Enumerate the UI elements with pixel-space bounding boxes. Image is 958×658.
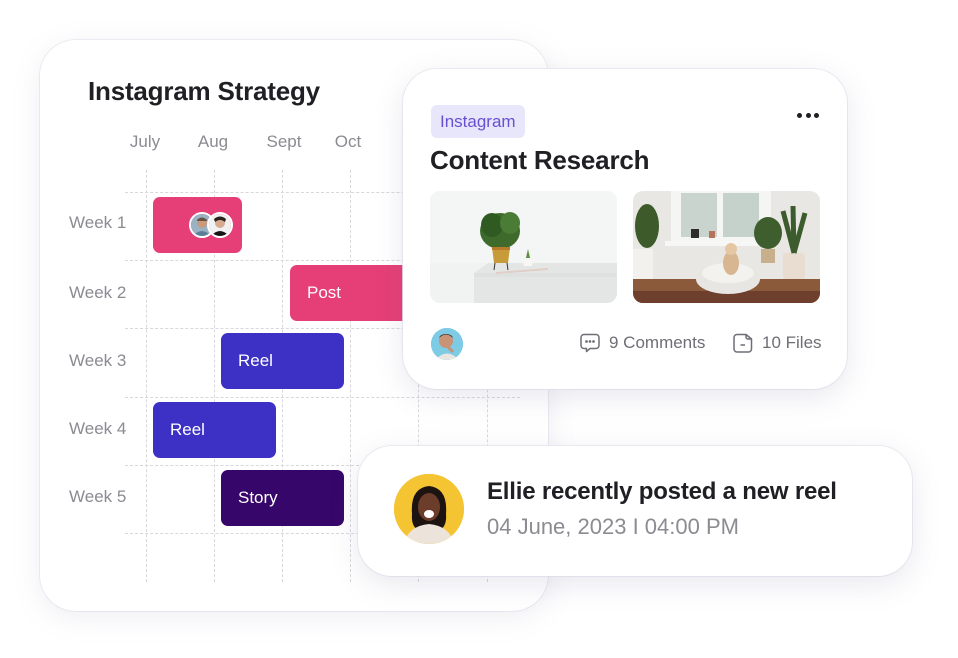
month-label-aug: Aug [197,132,229,151]
thumbnail-dog-room[interactable] [633,191,820,303]
task-bar-week-4[interactable]: Reel [153,402,276,458]
thumbnail-plant[interactable] [430,191,617,303]
research-title: Content Research [430,145,650,175]
assignee-avatars[interactable] [189,212,233,238]
month-label-july: July [129,132,161,151]
task-label: Post [307,283,342,302]
task-label: Reel [170,420,205,439]
task-bar-week-2[interactable]: Post [290,265,406,321]
task-bar-week-3[interactable]: Reel [221,333,344,389]
task-bar-week-1[interactable] [153,197,242,253]
month-label-sept: Sept [266,132,302,151]
more-options-button[interactable] [797,109,819,121]
task-label: Reel [238,351,273,370]
ellie-avatar[interactable] [394,474,464,544]
notification-title: Ellie recently posted a new reel [487,478,837,505]
task-bar-week-5[interactable]: Story [221,470,344,526]
grid-line-vertical [146,170,147,582]
comment-icon [580,333,600,353]
task-label: Story [238,488,278,507]
files-label: 10 Files [762,333,822,352]
strategy-title: Instagram Strategy [88,76,320,106]
more-horizontal-icon [797,112,802,118]
notification-card[interactable]: Ellie recently posted a new reel 04 June… [358,446,912,576]
week-label-3: Week 3 [69,351,127,370]
dot [814,112,819,118]
comments-label: 9 Comments [609,333,706,352]
week-label-4: Week 4 [69,419,127,438]
files-count[interactable]: 10 Files [732,332,822,354]
notification-timestamp: 04 June, 2023 I 04:00 PM [487,514,739,539]
folder-icon [733,333,753,353]
grid-line-horizontal [125,397,520,398]
content-research-card[interactable]: Instagram Content Research 9 Comments 10… [403,69,847,389]
grid-line-vertical [350,170,351,582]
month-label-oct: Oct [334,132,362,151]
platform-tag[interactable]: Instagram [431,105,525,138]
comments-count[interactable]: 9 Comments [579,332,705,354]
week-label-2: Week 2 [69,283,127,302]
dot [805,112,811,118]
owner-avatar[interactable] [431,328,463,360]
week-label-5: Week 5 [69,487,127,506]
week-label-1: Week 1 [69,213,127,232]
avatar[interactable] [207,212,233,238]
